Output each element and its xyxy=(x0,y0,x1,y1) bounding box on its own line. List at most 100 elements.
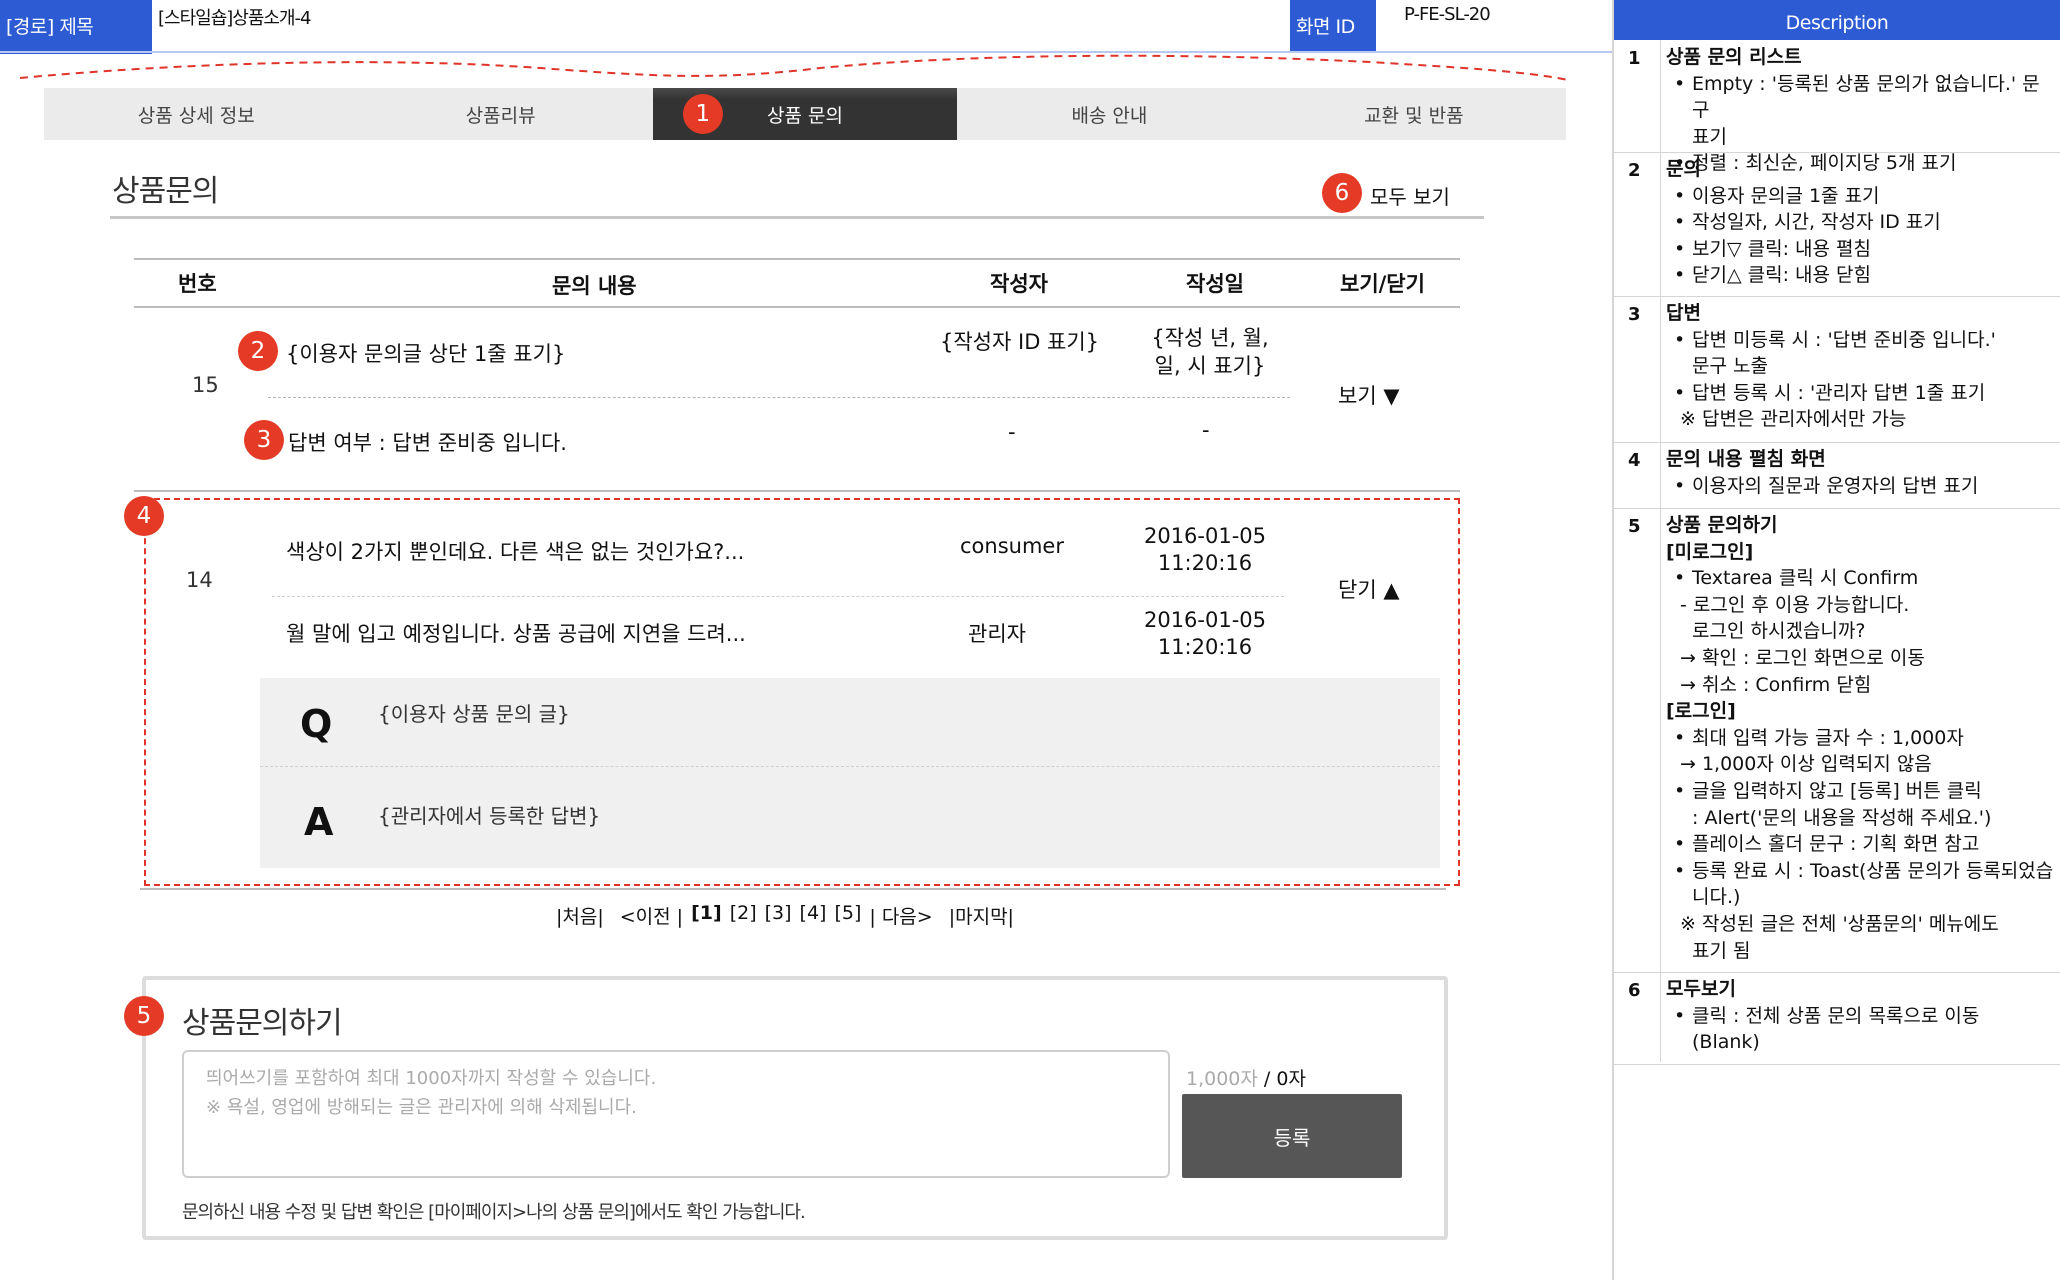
tab-shipping[interactable]: 배송 안내 xyxy=(957,88,1261,140)
row14-answer-author: 관리자 xyxy=(968,622,1026,646)
page-first[interactable]: |처음| xyxy=(556,902,604,929)
row15-answer-status: 답변 여부 : 답변 준비중 입니다. xyxy=(288,431,567,455)
route-label: [경로] 제목 xyxy=(0,0,152,54)
description-title: Description xyxy=(1614,0,2060,40)
description-line: 등록 완료 시 : Toast(상품 문의가 등록되었습 xyxy=(1666,858,2056,885)
description-line: 답변 미등록 시 : '답변 준비중 입니다.' xyxy=(1666,327,2056,354)
row14-toggle[interactable]: 닫기 ▲ xyxy=(1338,574,1399,604)
description-item-number: 5 xyxy=(1628,516,1641,537)
description-line: → 확인 : 로그인 화면으로 이동 xyxy=(1680,646,1925,669)
row14-question[interactable]: 색상이 2가지 뿐인데요. 다른 색은 없는 것인가요?... xyxy=(286,536,744,566)
tab-label: 상품리뷰 xyxy=(465,104,536,127)
page-next[interactable]: | 다음> xyxy=(869,902,932,929)
description-item-1: 1 상품 문의 리스트 Empty : '등록된 상품 문의가 없습니다.' 문구표… xyxy=(1614,40,2060,177)
row15-bottom-rule xyxy=(134,490,1460,492)
row14-answer: 월 말에 입고 예정입니다. 상품 공급에 지연을 드려... xyxy=(286,622,746,646)
a-text: {관리자에서 등록한 답변} xyxy=(378,804,601,828)
description-line: 문의 xyxy=(1666,158,1701,180)
submit-button[interactable]: 등록 xyxy=(1182,1094,1402,1178)
a-mark: A xyxy=(304,800,334,844)
description-line: [로그인] xyxy=(1666,700,1736,723)
page-2[interactable]: [2] xyxy=(730,902,757,929)
row14-answer-date: 2016-01-05 xyxy=(1143,608,1267,632)
row14-number: 14 xyxy=(186,568,213,592)
tab-label: 상품 상세 정보 xyxy=(137,104,255,127)
counter-current: / 0자 xyxy=(1257,1068,1306,1090)
description-item-number: 1 xyxy=(1628,48,1641,69)
row14-divider xyxy=(272,596,1284,597)
description-item-body: 문의 내용 펼침 화면이용자의 질문과 운영자의 답변 표기 xyxy=(1666,446,2056,499)
row15-date-line1: {작성 년, 월, xyxy=(1151,326,1269,350)
description-line: : Alert('문의 내용을 작성해 주세요.') xyxy=(1692,806,1992,829)
view-all-link[interactable]: 모두 보기 xyxy=(1370,181,1450,210)
page-5[interactable]: [5] xyxy=(834,902,861,929)
description-line: 상품 문의하기 xyxy=(1666,514,1778,536)
qa-detail-panel: Q {이용자 상품 문의 글} A {관리자에서 등록한 답변} xyxy=(260,678,1440,868)
page-prev[interactable]: <이전 | xyxy=(620,902,683,929)
cut-line xyxy=(20,54,1569,81)
description-item-6: 6 모두보기클릭 : 전체 상품 문의 목록으로 이동(Blank) xyxy=(1614,972,2060,1065)
table-header-rule xyxy=(134,306,1460,308)
col-toggle: 보기/닫기 xyxy=(1340,272,1425,296)
char-counter: 1,000자 / 0자 xyxy=(1186,1064,1306,1091)
tab-exchange-return[interactable]: 교환 및 반품 xyxy=(1262,88,1566,140)
callout-badge-2: 2 xyxy=(238,331,278,371)
inquiry-textarea[interactable]: 띄어쓰기를 포함하여 최대 1000자까지 작성할 수 있습니다. ※ 욕설, … xyxy=(182,1050,1170,1178)
description-item-5: 5 상품 문의하기 [미로그인]Textarea 클릭 시 Confirm- 로그인… xyxy=(1614,508,2060,973)
table-top-rule xyxy=(134,258,1460,260)
row15-answer-date: - xyxy=(1202,418,1210,442)
tab-reviews[interactable]: 상품리뷰 xyxy=(348,88,652,140)
table-bottom-rule xyxy=(140,888,1446,890)
description-item-2: 2 문의이용자 문의글 1줄 표기작성일자, 시간, 작성자 ID 표기보기▽ 클… xyxy=(1614,152,2060,297)
row15-number: 15 xyxy=(192,373,219,397)
description-line: 문구 노출 xyxy=(1692,355,1768,378)
description-line: 상품 문의 리스트 xyxy=(1666,46,1802,68)
col-number: 번호 xyxy=(178,272,217,296)
page-4[interactable]: [4] xyxy=(800,902,827,929)
description-line: (Blank) xyxy=(1692,1031,1760,1054)
row15-question[interactable]: {이용자 문의글 상단 1줄 표기} xyxy=(286,338,565,368)
description-item-body: 모두보기클릭 : 전체 상품 문의 목록으로 이동(Blank) xyxy=(1666,976,2056,1056)
pagination: |처음| <이전 | [1] [2] [3] [4] [5] | 다음> |마지… xyxy=(556,902,1014,929)
write-title: 상품문의하기 xyxy=(182,1006,343,1041)
description-line: 보기▽ 클릭: 내용 펼침 xyxy=(1666,236,2056,263)
tab-product-detail[interactable]: 상품 상세 정보 xyxy=(44,88,348,140)
description-line: 로그인 하시겠습니까? xyxy=(1692,620,1866,643)
description-line: 플레이스 홀더 문구 : 기획 화면 참고 xyxy=(1666,831,2056,858)
row15-divider xyxy=(268,397,1290,398)
description-line: → 1,000자 이상 입력되지 않음 xyxy=(1680,753,1932,776)
q-mark: Q xyxy=(300,702,333,746)
row15-date-line2: 일, 시 표기} xyxy=(1154,354,1266,378)
description-item-4: 4 문의 내용 펼침 화면이용자의 질문과 운영자의 답변 표기 xyxy=(1614,442,2060,509)
placeholder-line1: 띄어쓰기를 포함하여 최대 1000자까지 작성할 수 있습니다. xyxy=(206,1068,657,1089)
description-line: 모두보기 xyxy=(1666,978,1736,1000)
row15-author: {작성자 ID 표기} xyxy=(940,330,1100,354)
description-item-body: 상품 문의하기 [미로그인]Textarea 클릭 시 Confirm- 로그인 … xyxy=(1666,512,2056,964)
row14-answer-time: 11:20:16 xyxy=(1157,635,1253,659)
tab-label: 교환 및 반품 xyxy=(1364,104,1464,127)
counter-max: 1,000자 xyxy=(1186,1068,1258,1090)
description-line: 작성일자, 시간, 작성자 ID 표기 xyxy=(1666,209,2056,236)
row14-date: 2016-01-05 xyxy=(1143,524,1267,548)
description-line: 글을 입력하지 않고 [등록] 버튼 클릭 xyxy=(1666,778,2056,805)
inquiry-title: 상품문의 xyxy=(112,174,219,209)
col-date: 작성일 xyxy=(1186,272,1244,296)
tab-bar: 상품 상세 정보 상품리뷰 상품 문의 1 배송 안내 교환 및 반품 xyxy=(44,88,1566,140)
description-line: ※ 답변은 관리자에서만 가능 xyxy=(1680,408,1907,431)
page-3[interactable]: [3] xyxy=(765,902,792,929)
tab-inquiry[interactable]: 상품 문의 1 xyxy=(652,88,958,140)
description-line: ※ 작성된 글은 전체 '상품문의' 메뉴에도 xyxy=(1680,912,1999,935)
page-1[interactable]: [1] xyxy=(691,902,722,929)
page-last[interactable]: |마지막| xyxy=(949,902,1014,929)
description-line: 이용자의 질문과 운영자의 답변 표기 xyxy=(1666,473,2056,500)
description-line: Empty : '등록된 상품 문의가 없습니다.' 문구 xyxy=(1666,71,2056,124)
description-item-number: 6 xyxy=(1628,980,1641,1001)
row15-toggle[interactable]: 보기 ▼ xyxy=(1338,380,1399,410)
row15-answer-author: - xyxy=(1008,420,1016,444)
row14-time: 11:20:16 xyxy=(1157,551,1253,575)
col-author: 작성자 xyxy=(990,272,1048,296)
description-line: 답변 xyxy=(1666,302,1701,324)
description-item-body: 문의이용자 문의글 1줄 표기작성일자, 시간, 작성자 ID 표기보기▽ 클릭… xyxy=(1666,156,2056,289)
description-item-3: 3 답변답변 미등록 시 : '답변 준비중 입니다.'문구 노출답변 등록 시 … xyxy=(1614,296,2060,443)
callout-badge-3: 3 xyxy=(244,420,284,460)
